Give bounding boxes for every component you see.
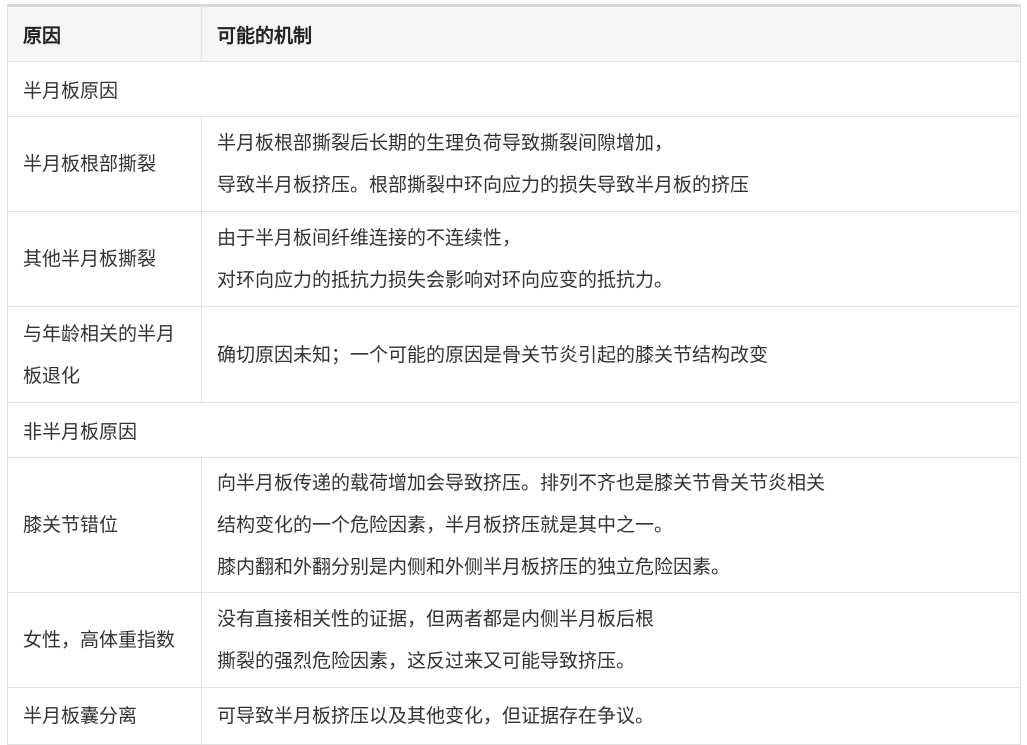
section-label: 半月板原因 xyxy=(7,61,1021,117)
section-row: 半月板原因 xyxy=(7,61,1021,117)
cause-cell: 膝关节错位 xyxy=(7,457,202,593)
mechanism-cell: 由于半月板间纤维连接的不连续性， 对环向应力的抵抗力损失会影响对环向应变的抵抗力… xyxy=(201,211,1021,307)
table-row: 其他半月板撕裂 由于半月板间纤维连接的不连续性， 对环向应力的抵抗力损失会影响对… xyxy=(7,211,1021,307)
mechanism-line: 膝内翻和外翻分别是内侧和外侧半月板挤压的独立危险因素。 xyxy=(217,556,731,578)
meniscus-extrusion-table-container: 原因 可能的机制 半月板原因 半月板根部撕裂 半月板根部撕裂后长期的生理负荷导致… xyxy=(7,4,1021,745)
mechanism-line: 结构变化的一个危险因素，半月板挤压就是其中之一。 xyxy=(217,514,674,536)
mechanism-line: 没有直接相关性的证据，但两者都是内侧半月板后根 xyxy=(217,608,655,630)
mechanism-cell: 可导致半月板挤压以及其他变化，但证据存在争议。 xyxy=(201,687,1021,745)
table-row: 膝关节错位 向半月板传递的载荷增加会导致挤压。排列不齐也是膝关节骨关节炎相关 结… xyxy=(7,457,1021,593)
mechanism-line: 确切原因未知；一个可能的原因是骨关节炎引起的膝关节结构改变 xyxy=(217,343,769,366)
meniscus-extrusion-table: 原因 可能的机制 半月板原因 半月板根部撕裂 半月板根部撕裂后长期的生理负荷导致… xyxy=(7,4,1021,745)
table-row: 半月板根部撕裂 半月板根部撕裂后长期的生理负荷导致撕裂间隙增加， 导致半月板挤压… xyxy=(7,116,1021,212)
table-row: 半月板囊分离 可导致半月板挤压以及其他变化，但证据存在争议。 xyxy=(7,687,1021,745)
mechanism-cell: 确切原因未知；一个可能的原因是骨关节炎引起的膝关节结构改变 xyxy=(201,306,1021,403)
table-body: 半月板原因 半月板根部撕裂 半月板根部撕裂后长期的生理负荷导致撕裂间隙增加， 导… xyxy=(7,61,1021,745)
header-row: 原因 可能的机制 xyxy=(7,5,1021,62)
mechanism-cell: 向半月板传递的载荷增加会导致挤压。排列不齐也是膝关节骨关节炎相关 结构变化的一个… xyxy=(201,457,1021,593)
mechanism-line: 对环向应力的抵抗力损失会影响对环向应变的抵抗力。 xyxy=(217,269,674,291)
cause-cell: 半月板囊分离 xyxy=(7,687,202,745)
cause-cell: 半月板根部撕裂 xyxy=(7,116,202,212)
mechanism-line: 导致半月板挤压。根部撕裂中环向应力的损失导致半月板的挤压 xyxy=(217,174,750,196)
mechanism-cell: 半月板根部撕裂后长期的生理负荷导致撕裂间隙增加， 导致半月板挤压。根部撕裂中环向… xyxy=(201,116,1021,212)
table-row: 女性，高体重指数 没有直接相关性的证据，但两者都是内侧半月板后根 撕裂的强烈危险… xyxy=(7,592,1021,688)
mechanism-line: 半月板根部撕裂后长期的生理负荷导致撕裂间隙增加， xyxy=(217,132,674,154)
header-cause: 原因 xyxy=(7,5,202,62)
mechanism-line: 向半月板传递的载荷增加会导致挤压。排列不齐也是膝关节骨关节炎相关 xyxy=(217,472,826,494)
section-row: 非半月板原因 xyxy=(7,402,1021,458)
mechanism-line: 由于半月板间纤维连接的不连续性， xyxy=(217,227,522,249)
cause-cell: 女性，高体重指数 xyxy=(7,592,202,688)
header-mechanism: 可能的机制 xyxy=(201,5,1021,62)
table-row: 与年龄相关的半月板退化 确切原因未知；一个可能的原因是骨关节炎引起的膝关节结构改… xyxy=(7,306,1021,403)
cause-cell: 其他半月板撕裂 xyxy=(7,211,202,307)
section-label: 非半月板原因 xyxy=(7,402,1021,458)
mechanism-line: 可导致半月板挤压以及其他变化，但证据存在争议。 xyxy=(217,705,655,727)
mechanism-line: 撕裂的强烈危险因素，这反过来又可能导致挤压。 xyxy=(217,650,636,672)
mechanism-cell: 没有直接相关性的证据，但两者都是内侧半月板后根 撕裂的强烈危险因素，这反过来又可… xyxy=(201,592,1021,688)
cause-cell: 与年龄相关的半月板退化 xyxy=(7,306,202,403)
table-header: 原因 可能的机制 xyxy=(7,5,1021,62)
